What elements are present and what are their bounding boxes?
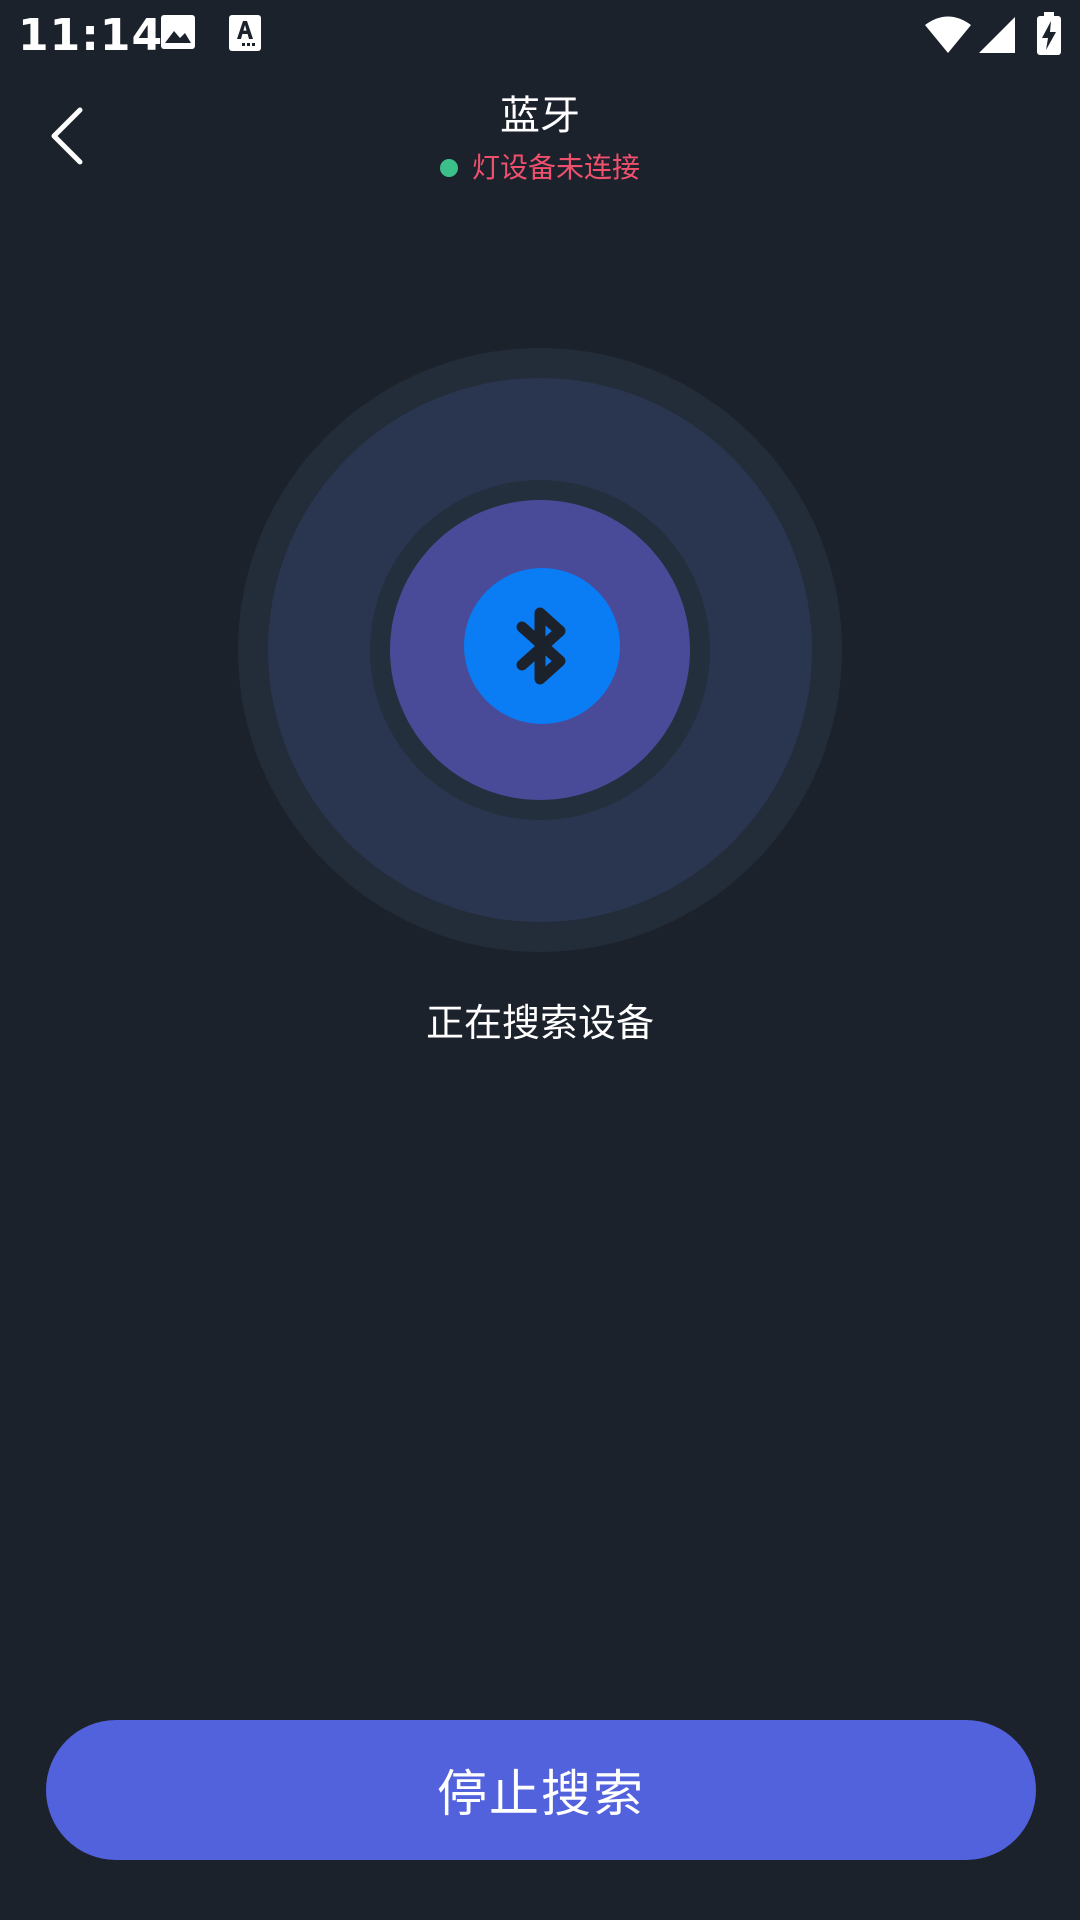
connection-status: 灯设备未连接: [0, 148, 1080, 188]
bluetooth-icon: [516, 607, 566, 685]
bluetooth-core: [464, 568, 620, 724]
status-dot: [439, 159, 458, 177]
bluetooth-radar: [238, 348, 842, 952]
status-time: 11:14: [18, 10, 164, 61]
wifi-icon: [925, 16, 971, 53]
connection-status-text: 灯设备未连接: [471, 151, 640, 184]
image-notification-icon: [161, 15, 195, 49]
page-title: 蓝牙: [500, 93, 580, 139]
signal-icon: [979, 17, 1015, 53]
text-notification-icon: [229, 15, 261, 51]
battery-charging-icon: [1037, 12, 1061, 55]
status-bar: 11:14: [0, 0, 1080, 72]
searching-status-label: 正在搜索设备: [425, 1001, 654, 1045]
stop-search-button[interactable]: 停止搜索: [46, 1720, 1036, 1860]
